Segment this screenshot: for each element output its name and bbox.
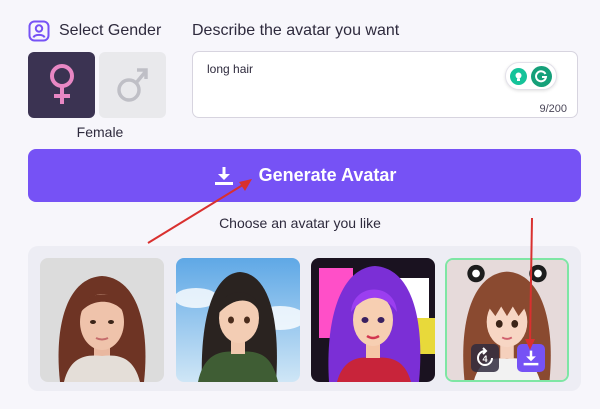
- download-icon: [214, 166, 233, 185]
- user-icon: [28, 20, 50, 42]
- regenerate-button[interactable]: 4: [471, 344, 499, 372]
- character-counter: 9/200: [539, 103, 567, 115]
- grammarly-extension[interactable]: [505, 62, 557, 90]
- avatar-card-4[interactable]: 4: [445, 258, 569, 382]
- avatar-image-3: [311, 258, 435, 382]
- description-input[interactable]: long hair 9/200: [192, 51, 578, 118]
- male-symbol-icon: [116, 68, 148, 102]
- grammarly-g-icon[interactable]: [531, 65, 552, 87]
- download-icon: [523, 350, 539, 366]
- download-avatar-button[interactable]: [517, 344, 545, 372]
- generate-avatar-button[interactable]: Generate Avatar: [28, 149, 581, 202]
- avatar-card-1[interactable]: [40, 258, 164, 382]
- avatar-image-2: [176, 258, 300, 382]
- grammarly-bulb-icon[interactable]: [510, 67, 527, 85]
- avatar-gallery: 4: [28, 246, 581, 391]
- avatar-image-1: [40, 258, 164, 382]
- female-gender-button[interactable]: [28, 52, 95, 118]
- generate-button-label: Generate Avatar: [258, 165, 397, 185]
- gender-options: [28, 52, 166, 118]
- female-symbol-icon: [49, 64, 74, 104]
- selected-gender-label: Female: [76, 124, 124, 140]
- regenerate-count: 4: [482, 354, 487, 364]
- male-gender-button[interactable]: [99, 52, 166, 118]
- avatar-card-3[interactable]: [311, 258, 435, 382]
- description-title: Describe the avatar you want: [192, 22, 400, 39]
- avatar-card-2[interactable]: [176, 258, 300, 382]
- regenerate-icon: 4: [477, 347, 493, 366]
- description-text[interactable]: long hair: [207, 62, 253, 76]
- choose-avatar-label: Choose an avatar you like: [219, 215, 381, 231]
- gender-section-header: Select Gender: [28, 20, 161, 42]
- avatar-image-4: [447, 260, 567, 380]
- gender-section-title: Select Gender: [59, 22, 162, 39]
